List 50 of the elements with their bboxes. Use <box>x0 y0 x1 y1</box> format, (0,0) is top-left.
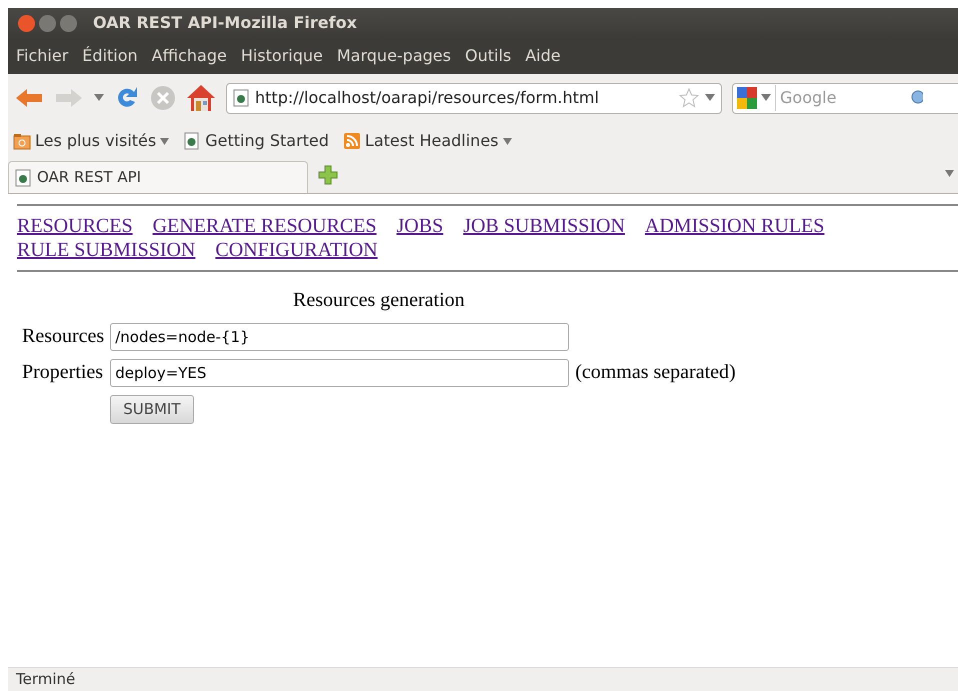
nav-link[interactable]: JOB SUBMISSION <box>463 215 625 237</box>
url-text: http://localhost/oarapi/resources/form.html <box>255 87 600 109</box>
field-label: Properties <box>22 361 104 383</box>
stop-icon[interactable] <box>150 85 176 111</box>
address-bar[interactable]: http://localhost/oarapi/resources/form.html <box>226 82 722 114</box>
status-text: Terminé <box>16 669 76 690</box>
back-icon[interactable] <box>14 86 44 110</box>
input-field[interactable]: deploy=YES <box>110 359 570 387</box>
page-icon <box>15 168 31 186</box>
page-icon <box>183 132 202 150</box>
menu-item[interactable]: Affichage <box>152 44 227 68</box>
nav-link[interactable]: ADMISSION RULES <box>644 215 824 237</box>
feed-icon <box>342 132 361 150</box>
field-label: Resources <box>22 325 104 347</box>
bookmark[interactable]: Latest Headlines <box>342 129 512 153</box>
nav-link[interactable]: RESOURCES <box>17 215 133 237</box>
star-icon[interactable] <box>679 88 699 108</box>
history-dropdown-icon[interactable] <box>94 94 104 102</box>
nav-link[interactable]: GENERATE RESOURCES <box>152 215 376 237</box>
tab-list-icon[interactable] <box>945 170 954 177</box>
nav-link[interactable]: CONFIGURATION <box>215 239 378 261</box>
bookmark[interactable]: Getting Started <box>183 129 329 153</box>
menu-item[interactable]: Outils <box>464 44 512 68</box>
menu-item[interactable]: Aide <box>525 44 561 68</box>
home-icon[interactable] <box>186 84 216 112</box>
window-title: OAR REST API-Mozilla Firefox <box>93 12 357 34</box>
folder-icon <box>13 132 31 150</box>
submit-button[interactable]: SUBMIT <box>110 395 194 424</box>
close-button[interactable] <box>18 14 35 32</box>
dropdown-icon[interactable] <box>761 94 771 102</box>
menu-item[interactable]: Historique <box>240 44 323 68</box>
menu-item[interactable]: Marque-pages <box>336 44 451 68</box>
maximize-button[interactable] <box>60 14 77 32</box>
menu-item[interactable]: Édition <box>82 44 138 68</box>
nav-link[interactable]: RULE SUBMISSION <box>17 239 196 261</box>
browser-tab[interactable]: OAR REST API <box>8 161 308 193</box>
new-tab-icon[interactable] <box>318 165 338 185</box>
nav-link[interactable]: JOBS <box>396 215 444 237</box>
dropdown-icon <box>160 138 170 144</box>
input-field[interactable]: /nodes=node-{1} <box>110 323 570 351</box>
search-bar[interactable]: Google <box>732 82 958 114</box>
hint-text: (commas separated) <box>575 361 736 383</box>
menu-item[interactable]: Fichier <box>16 44 68 68</box>
minimize-button[interactable] <box>39 14 56 32</box>
bookmark[interactable]: Les plus visités <box>13 129 170 153</box>
dropdown-icon[interactable] <box>705 94 715 102</box>
search-engine-icon[interactable] <box>737 87 757 109</box>
dropdown-icon <box>502 138 512 144</box>
page-icon <box>233 89 249 107</box>
form-title: Resources generation <box>293 289 465 311</box>
